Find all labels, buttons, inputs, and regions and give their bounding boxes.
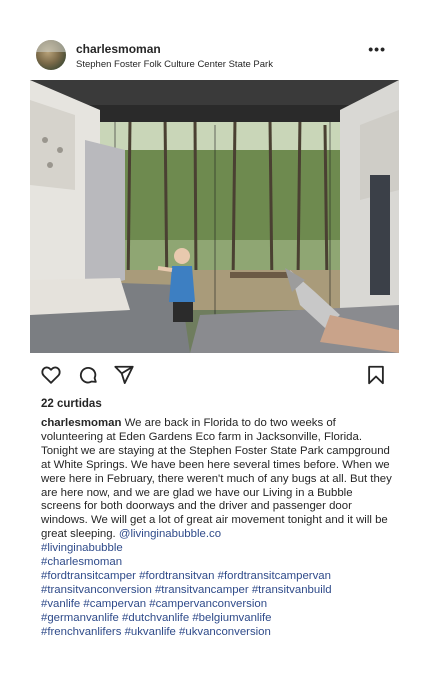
post-photo[interactable] [30, 80, 399, 353]
hashtag-line[interactable]: #livinginabubble [41, 542, 393, 556]
hashtag-line[interactable]: #transitvanconversion #transitvancamper … [41, 584, 393, 598]
post-header: charlesmoman Stephen Foster Folk Culture… [36, 38, 396, 74]
hashtag-line[interactable]: #vanlife #campervan #campervanconversion [41, 598, 393, 612]
hashtag-line[interactable]: #germanvanlife #dutchvanlife #belgiumvan… [41, 612, 393, 626]
hashtag-line[interactable]: #fordtransitcamper #fordtransitvan #ford… [41, 570, 393, 584]
avatar[interactable] [36, 40, 66, 70]
bookmark-icon[interactable] [365, 364, 387, 386]
post-caption: charlesmoman We are back in Florida to d… [41, 417, 393, 640]
comment-icon[interactable] [77, 364, 99, 386]
more-options-icon[interactable]: ••• [368, 41, 386, 57]
post-actions [40, 364, 387, 386]
post-location[interactable]: Stephen Foster Folk Culture Center State… [76, 59, 273, 70]
hashtag-line[interactable]: #charlesmoman [41, 556, 393, 570]
likes-count[interactable]: 22 curtidas [41, 398, 102, 410]
caption-username[interactable]: charlesmoman [41, 417, 121, 429]
instagram-post: charlesmoman Stephen Foster Folk Culture… [0, 0, 433, 688]
caption-text: We are back in Florida to do two weeks o… [41, 417, 392, 541]
send-icon[interactable] [113, 364, 135, 386]
hashtag-line[interactable]: #frenchvanlifers #ukvanlife #ukvanconver… [41, 626, 393, 640]
heart-icon[interactable] [40, 364, 62, 386]
post-username[interactable]: charlesmoman [76, 42, 161, 56]
caption-mention[interactable]: @livinginabubble.co [119, 528, 221, 540]
